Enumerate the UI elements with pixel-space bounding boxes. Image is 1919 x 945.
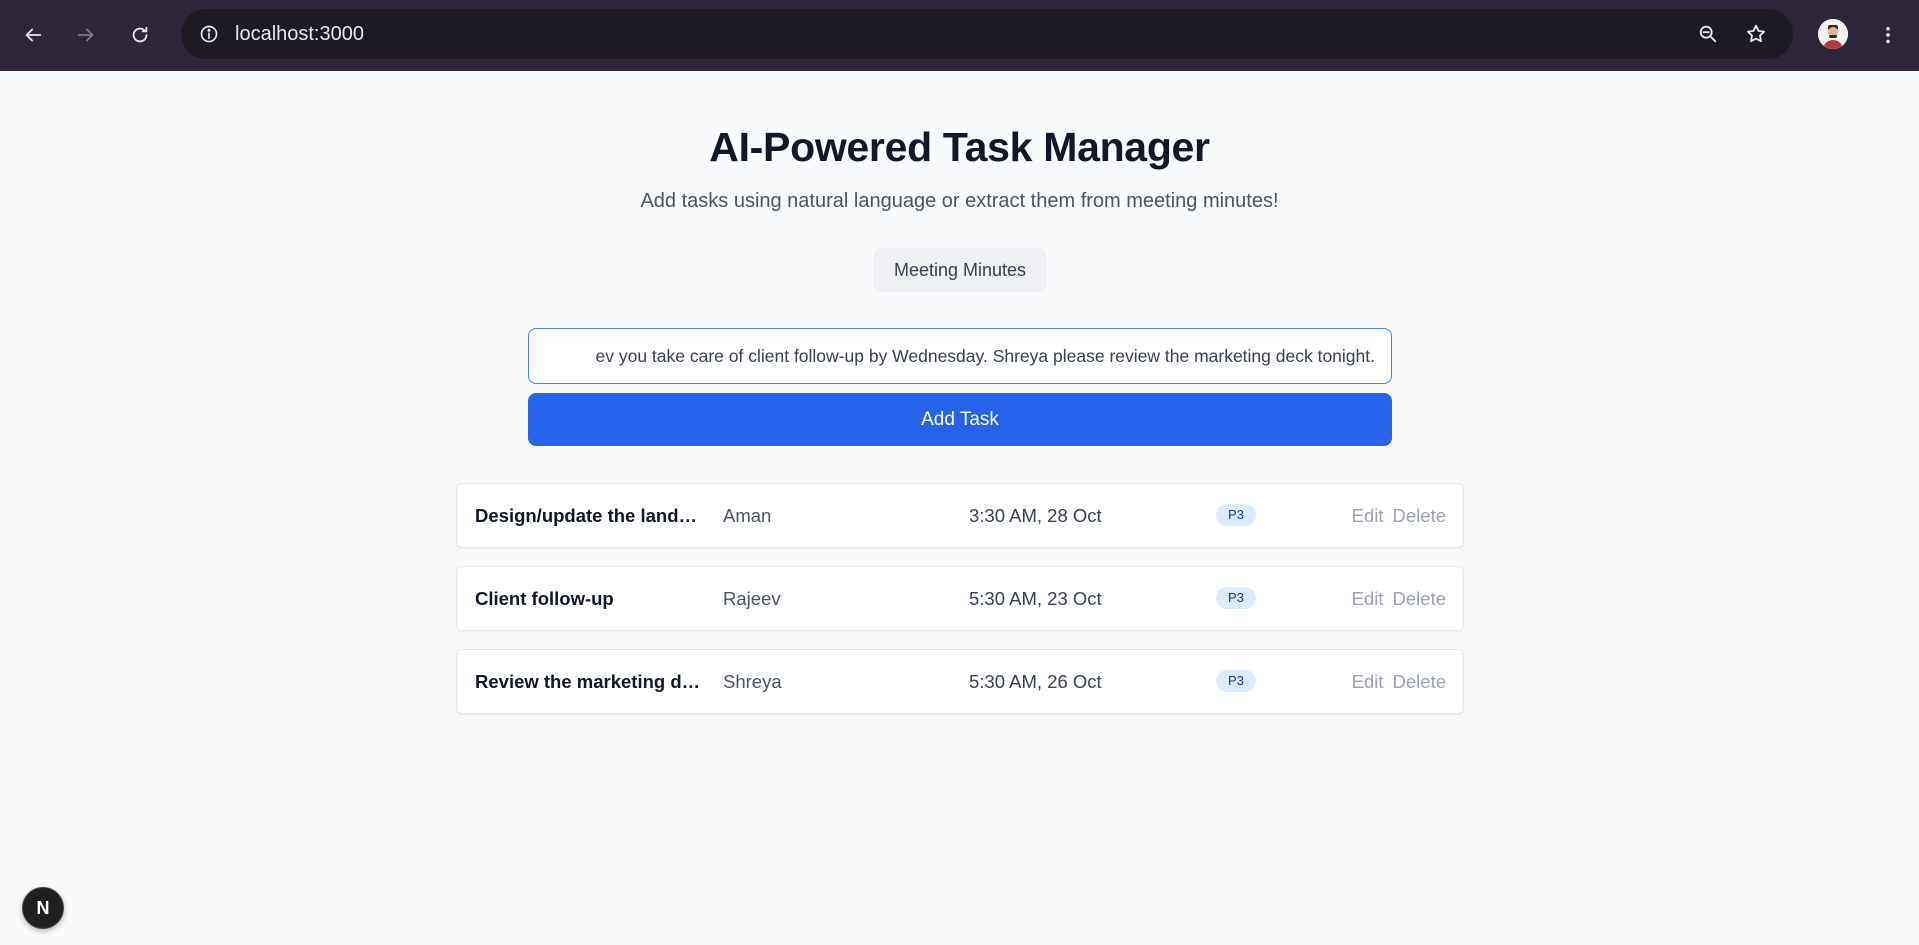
delete-task-button[interactable]: Delete [1393, 505, 1446, 527]
task-assignee: Aman [723, 505, 772, 526]
task-actions: Edit Delete [1352, 567, 1446, 630]
arrow-left-icon [25, 28, 42, 42]
reload-icon [132, 26, 148, 43]
nextjs-dev-indicator-button[interactable]: N [22, 887, 64, 929]
address-bar[interactable]: localhost:3000 [181, 9, 1793, 59]
back-button[interactable] [15, 17, 51, 53]
profile-avatar[interactable] [1818, 19, 1848, 49]
site-info-icon[interactable] [193, 18, 225, 50]
priority-badge: P3 [1216, 670, 1256, 692]
bookmark-star-icon[interactable] [1740, 18, 1772, 50]
delete-task-button[interactable]: Delete [1393, 671, 1446, 693]
page-content: AI-Powered Task Manager Add tasks using … [0, 71, 1919, 945]
task-due-date: 3:30 AM, 28 Oct [969, 505, 1102, 526]
task-assignee: Rajeev [723, 588, 781, 609]
task-title: Review the marketing de… [475, 671, 701, 692]
task-due-date: 5:30 AM, 26 Oct [969, 671, 1102, 692]
task-row: Client follow-up Rajeev 5:30 AM, 23 Oct … [456, 566, 1464, 631]
three-dots-vertical-icon [1886, 26, 1890, 44]
forward-button[interactable] [68, 17, 104, 53]
page-title: AI-Powered Task Manager [709, 124, 1210, 170]
task-input-value: ev you take care of client follow-up by … [595, 345, 1376, 366]
task-title: Client follow-up [475, 588, 614, 609]
task-actions: Edit Delete [1352, 650, 1446, 713]
edit-task-button[interactable]: Edit [1352, 505, 1384, 527]
browser-menu-button[interactable] [1870, 17, 1906, 53]
delete-task-button[interactable]: Delete [1393, 588, 1446, 610]
task-input[interactable]: ev you take care of client follow-up by … [528, 328, 1392, 384]
add-task-button[interactable]: Add Task [528, 393, 1392, 446]
meeting-minutes-toggle-button[interactable]: Meeting Minutes [873, 248, 1047, 292]
task-row: Review the marketing de… Shreya 5:30 AM,… [456, 649, 1464, 714]
task-title: Design/update the landin… [475, 505, 701, 526]
browser-toolbar: localhost:3000 [0, 0, 1919, 71]
edit-task-button[interactable]: Edit [1352, 588, 1384, 610]
priority-badge: P3 [1216, 587, 1256, 609]
task-actions: Edit Delete [1352, 484, 1446, 547]
task-row: Design/update the landin… Aman 3:30 AM, … [456, 483, 1464, 548]
task-due-date: 5:30 AM, 23 Oct [969, 588, 1102, 609]
zoom-out-icon[interactable] [1692, 18, 1724, 50]
user-avatar-icon [1818, 19, 1848, 49]
url-text[interactable]: localhost:3000 [235, 9, 1535, 59]
page-subtitle: Add tasks using natural language or extr… [640, 190, 1279, 212]
priority-badge: P3 [1216, 504, 1256, 526]
edit-task-button[interactable]: Edit [1352, 671, 1384, 693]
arrow-right-icon [77, 28, 94, 42]
task-assignee: Shreya [723, 671, 782, 692]
reload-button[interactable] [122, 17, 158, 53]
